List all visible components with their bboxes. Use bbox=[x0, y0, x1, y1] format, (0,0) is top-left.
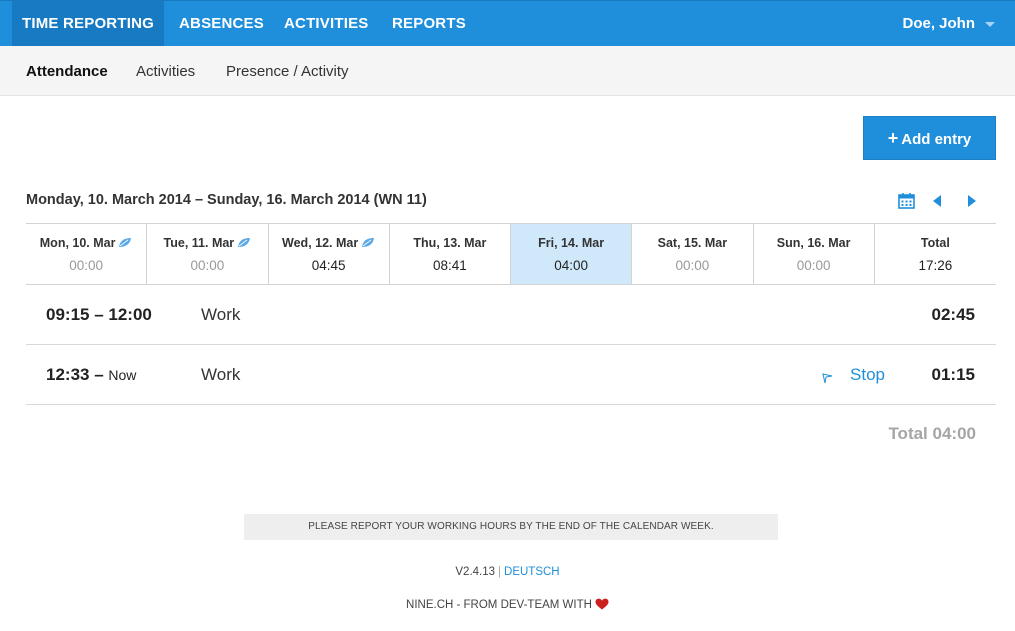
day-hours: 00:00 bbox=[69, 258, 104, 273]
entry-duration: 02:45 bbox=[931, 305, 975, 324]
credits-line: NINE.CH - FROM DEV-TEAM WITH bbox=[0, 598, 1015, 611]
report-notice: PLEASE REPORT YOUR WORKING HOURS BY THE … bbox=[244, 514, 778, 540]
entry-time-range: 12:33 – Now bbox=[46, 365, 137, 384]
day-thu[interactable]: Thu, 13. Mar 08:41 bbox=[390, 224, 511, 284]
leaf-icon bbox=[119, 238, 132, 247]
nav-time-reporting[interactable]: TIME REPORTING bbox=[12, 1, 164, 47]
day-hours: 08:41 bbox=[432, 258, 467, 273]
next-arrow-icon[interactable] bbox=[961, 191, 981, 211]
day-label: Thu, 13. Mar bbox=[413, 236, 487, 250]
day-total: Total 04:00 bbox=[888, 424, 976, 443]
week-total: Total 17:26 bbox=[875, 224, 996, 284]
day-label: Tue, 11. Mar bbox=[147, 236, 267, 252]
entry-type: Work bbox=[201, 365, 241, 384]
add-entry-label: Add entry bbox=[901, 131, 972, 148]
user-menu[interactable]: Doe, John bbox=[902, 1, 995, 47]
plus-icon: + bbox=[887, 128, 899, 148]
version-number: V2.4.13 bbox=[455, 566, 496, 578]
stop-button[interactable]: Stop bbox=[850, 345, 885, 405]
user-name: Doe, John bbox=[902, 15, 975, 32]
total-hours: 17:26 bbox=[918, 258, 953, 273]
calendar-icon[interactable] bbox=[897, 191, 917, 211]
subnav-presence-activity[interactable]: Presence / Activity bbox=[226, 46, 349, 96]
leaf-icon bbox=[238, 238, 251, 247]
subnav-activities[interactable]: Activities bbox=[136, 46, 195, 96]
nav-activities[interactable]: ACTIVITIES bbox=[284, 1, 369, 47]
day-fri[interactable]: Fri, 14. Mar 04:00 bbox=[511, 224, 633, 284]
chevron-down-icon bbox=[985, 21, 995, 27]
day-mon[interactable]: Mon, 10. Mar 00:00 bbox=[26, 224, 148, 284]
day-sat[interactable]: Sat, 15. Mar 00:00 bbox=[632, 224, 754, 284]
day-tue[interactable]: Tue, 11. Mar 00:00 bbox=[147, 224, 269, 284]
prev-arrow-icon[interactable] bbox=[928, 191, 948, 211]
day-hours: 04:00 bbox=[554, 258, 589, 273]
day-wed[interactable]: Wed, 12. Mar 04:45 bbox=[269, 224, 390, 284]
subnav-attendance[interactable]: Attendance bbox=[26, 46, 108, 96]
divider: | bbox=[498, 566, 502, 578]
nav-absences[interactable]: ABSENCES bbox=[179, 1, 264, 47]
day-hours: 00:00 bbox=[190, 258, 225, 273]
day-hours: 00:00 bbox=[796, 258, 831, 273]
week-summary: Mon, 10. Mar 00:00 Tue, 11. Mar 00:00 We… bbox=[26, 223, 996, 285]
add-entry-button[interactable]: + Add entry bbox=[863, 116, 996, 160]
day-hours: 04:45 bbox=[311, 258, 346, 273]
day-label: Fri, 14. Mar bbox=[538, 236, 605, 250]
day-label: Sat, 15. Mar bbox=[657, 236, 728, 250]
day-label: Mon, 10. Mar bbox=[26, 236, 146, 252]
now-label: Now bbox=[108, 367, 137, 383]
nav-reports[interactable]: REPORTS bbox=[392, 1, 466, 47]
total-label: Total bbox=[920, 236, 950, 250]
heart-icon bbox=[595, 598, 609, 610]
time-entry[interactable]: 09:15 – 12:00 Work 02:45 bbox=[26, 285, 996, 345]
week-range-title: Monday, 10. March 2014 – Sunday, 16. Mar… bbox=[26, 192, 427, 208]
day-label: Wed, 12. Mar bbox=[269, 236, 389, 252]
entry-duration: 01:15 bbox=[931, 365, 975, 384]
sub-navigation: Attendance Activities Presence / Activit… bbox=[0, 46, 1015, 96]
entry-time-range: 09:15 – 12:00 bbox=[46, 305, 152, 324]
language-link[interactable]: DEUTSCH bbox=[504, 566, 560, 578]
time-entry-running[interactable]: 12:33 – Now Work Stop 01:15 bbox=[26, 345, 996, 405]
spinner-icon bbox=[822, 373, 833, 384]
day-sun[interactable]: Sun, 16. Mar 00:00 bbox=[754, 224, 875, 284]
entry-type: Work bbox=[201, 305, 241, 324]
top-navigation: TIME REPORTING ABSENCES ACTIVITIES REPOR… bbox=[0, 0, 1015, 47]
credits-text: NINE.CH - FROM DEV-TEAM WITH bbox=[406, 599, 592, 611]
day-hours: 00:00 bbox=[675, 258, 710, 273]
day-label: Sun, 16. Mar bbox=[776, 236, 851, 250]
leaf-icon bbox=[362, 238, 375, 247]
version-line: V2.4.13 | DEUTSCH bbox=[0, 566, 1015, 578]
